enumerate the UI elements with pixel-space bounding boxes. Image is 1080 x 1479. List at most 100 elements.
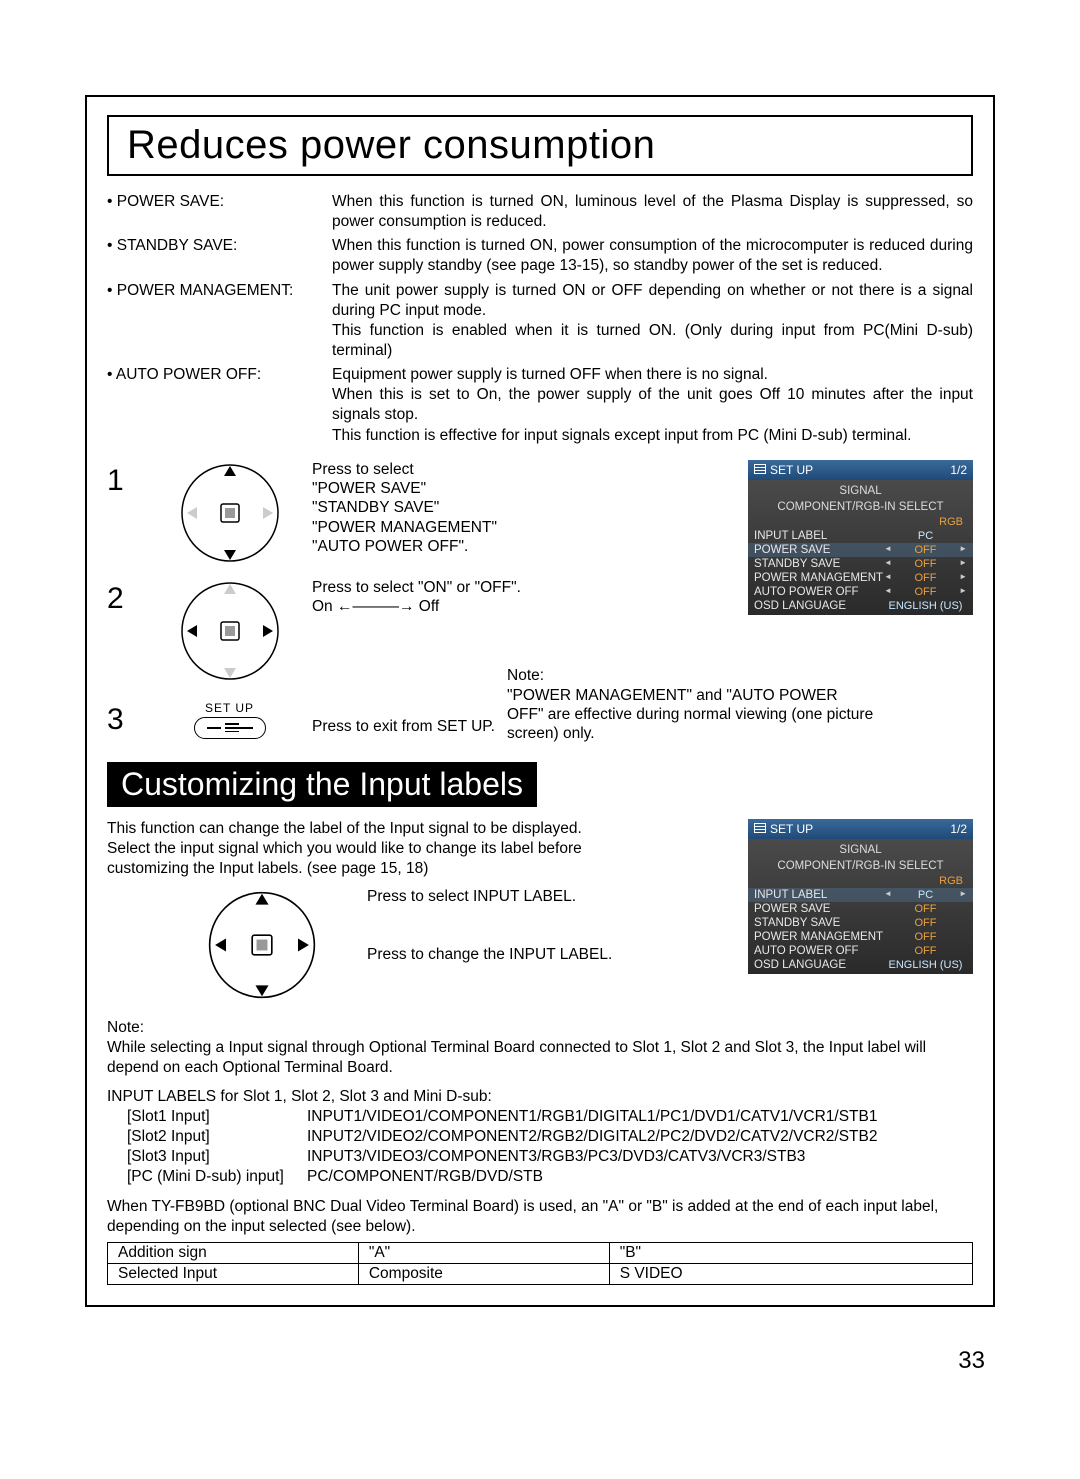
table-cell: "B" — [609, 1242, 972, 1263]
def-text-power-mgmt: The unit power supply is turned ON or OF… — [332, 281, 973, 362]
def-label-standby-save: • STANDBY SAVE: — [107, 236, 332, 276]
menu-row-value: ENGLISH (US) — [884, 600, 967, 612]
slot-value: PC/COMPONENT/RGB/DVD/STB — [307, 1167, 973, 1187]
table-cell: Selected Input — [108, 1263, 359, 1284]
menu-row: POWER SAVEOFF — [748, 902, 973, 916]
menu-row-label: INPUT LABEL — [754, 530, 884, 542]
step-3-number: 3 — [107, 705, 147, 735]
section-title-2: Customizing the Input labels — [107, 762, 537, 807]
def-text-standby-save: When this function is turned ON, power c… — [332, 236, 973, 276]
dpad-horizontal-icon — [147, 576, 312, 691]
step-2-number: 2 — [107, 576, 147, 614]
definitions: • POWER SAVE: When this function is turn… — [107, 192, 973, 446]
steps-block: 1 Press to select "POWER SAVE" "STANDBY … — [107, 458, 973, 740]
menu-row-label: STANDBY SAVE — [754, 917, 884, 929]
menu-rgb: RGB — [748, 515, 973, 529]
menu-row: AUTO POWER OFFOFF — [748, 585, 973, 599]
table-cell: S VIDEO — [609, 1263, 972, 1284]
pill-button-icon — [194, 717, 266, 739]
bnc-note: When TY-FB9BD (optional BNC Dual Video T… — [107, 1197, 973, 1237]
menu-row-label: POWER SAVE — [754, 903, 884, 915]
menu-page: 1/2 — [950, 822, 967, 836]
note-pm-apo: Note: "POWER MANAGEMENT" and "AUTO POWER… — [507, 666, 877, 744]
manual-page: Reduces power consumption • POWER SAVE: … — [85, 95, 995, 1307]
menu-row-value: OFF — [884, 945, 967, 957]
menu-row-value: OFF — [884, 917, 967, 929]
table-cell: "A" — [358, 1242, 609, 1263]
note-heading: Note: — [507, 666, 877, 685]
addition-sign-table: Addition sign "A" "B" Selected Input Com… — [107, 1242, 973, 1285]
menu-row-label: AUTO POWER OFF — [754, 586, 884, 598]
menu-page: 1/2 — [950, 463, 967, 477]
slot-row: [PC (Mini D-sub) input]PC/COMPONENT/RGB/… — [107, 1167, 973, 1187]
note2-text: While selecting a Input signal through O… — [107, 1038, 973, 1078]
note2-heading: Note: — [107, 1018, 973, 1038]
menu-row: OSD LANGUAGEENGLISH (US) — [748, 958, 973, 972]
table-cell: Composite — [358, 1263, 609, 1284]
page-number: 33 — [0, 1347, 985, 1375]
step-1-text: Press to select "POWER SAVE" "STANDBY SA… — [312, 458, 527, 557]
slot-value: INPUT2/VIDEO2/COMPONENT2/RGB2/DIGITAL2/P… — [307, 1127, 973, 1147]
menu-row: POWER MANAGEMENTOFF — [748, 571, 973, 585]
menu-row-label: POWER MANAGEMENT — [754, 572, 884, 584]
custom-step-2: Press to change the INPUT LABEL. — [367, 945, 657, 965]
menu-row: POWER SAVEOFF — [748, 543, 973, 557]
customizing-area: This function can change the label of th… — [107, 819, 973, 1010]
slot-row: [Slot3 Input]INPUT3/VIDEO3/COMPONENT3/RG… — [107, 1147, 973, 1167]
slots-heading: INPUT LABELS for Slot 1, Slot 2, Slot 3 … — [107, 1087, 973, 1107]
menu-row-label: OSD LANGUAGE — [754, 959, 884, 971]
slot-label: [Slot2 Input] — [107, 1127, 307, 1147]
menu-comp: COMPONENT/RGB-IN SELECT — [748, 499, 973, 515]
menu-row-value: OFF — [884, 931, 967, 943]
custom-step-1: Press to select INPUT LABEL. — [367, 887, 657, 907]
on-off-arrow: On ←———→ Off — [312, 597, 527, 616]
slot-label: [PC (Mini D-sub) input] — [107, 1167, 307, 1187]
section-title-box: Reduces power consumption — [107, 115, 973, 176]
def-text-auto-off: Equipment power supply is turned OFF whe… — [332, 365, 973, 446]
def-label-power-mgmt: • POWER MANAGEMENT: — [107, 281, 332, 362]
customizing-intro: This function can change the label of th… — [107, 819, 647, 879]
menu-row-value: OFF — [884, 544, 967, 556]
menu-row-value: PC — [884, 889, 967, 901]
menu-icon: SET UP — [754, 822, 813, 836]
menu-row-value: PC — [884, 530, 967, 542]
menu-row-label: INPUT LABEL — [754, 889, 884, 901]
def-text-power-save: When this function is turned ON, luminou… — [332, 192, 973, 232]
menu-row-label: OSD LANGUAGE — [754, 600, 884, 612]
menu-row: STANDBY SAVEOFF — [748, 557, 973, 571]
step-1-number: 1 — [107, 458, 147, 496]
menu-row: INPUT LABELPC — [748, 888, 973, 902]
section-title: Reduces power consumption — [127, 123, 953, 168]
menu-row-label: POWER MANAGEMENT — [754, 931, 884, 943]
setup-button-icon: SET UP — [147, 701, 312, 739]
step-3-text: Press to exit from SET UP. — [312, 703, 527, 736]
menu-row-label: AUTO POWER OFF — [754, 945, 884, 957]
slot-value: INPUT1/VIDEO1/COMPONENT1/RGB1/DIGITAL1/P… — [307, 1107, 973, 1127]
menu-signal: SIGNAL — [748, 483, 973, 499]
osd-setup-menu-2: SET UP 1/2 SIGNAL COMPONENT/RGB-IN SELEC… — [748, 819, 973, 974]
dpad-vertical-icon — [147, 458, 312, 573]
menu-row-value: OFF — [884, 558, 967, 570]
slot-label: [Slot1 Input] — [107, 1107, 307, 1127]
slot-value: INPUT3/VIDEO3/COMPONENT3/RGB3/PC3/DVD3/C… — [307, 1147, 973, 1167]
slot-label: [Slot3 Input] — [107, 1147, 307, 1167]
menu-row-label: STANDBY SAVE — [754, 558, 884, 570]
menu-row-value: OFF — [884, 572, 967, 584]
menu-icon: SET UP — [754, 463, 813, 477]
def-label-power-save: • POWER SAVE: — [107, 192, 332, 232]
setup-button-label: SET UP — [147, 701, 312, 715]
menu-rgb: RGB — [748, 874, 973, 888]
menu-row-value: OFF — [884, 586, 967, 598]
menu-signal: SIGNAL — [748, 842, 973, 858]
step-2-text: Press to select "ON" or "OFF". — [312, 578, 527, 597]
menu-row: INPUT LABELPC — [748, 529, 973, 543]
menu-row: POWER MANAGEMENTOFF — [748, 930, 973, 944]
menu-comp: COMPONENT/RGB-IN SELECT — [748, 858, 973, 874]
osd-setup-menu-1: SET UP 1/2 SIGNAL COMPONENT/RGB-IN SELEC… — [748, 460, 973, 615]
slot-row: [Slot1 Input]INPUT1/VIDEO1/COMPONENT1/RG… — [107, 1107, 973, 1127]
note-text: "POWER MANAGEMENT" and "AUTO POWER OFF" … — [507, 686, 877, 744]
def-label-auto-off: • AUTO POWER OFF: — [107, 365, 332, 446]
menu-row-value: OFF — [884, 903, 967, 915]
input-labels-block: INPUT LABELS for Slot 1, Slot 2, Slot 3 … — [107, 1087, 973, 1188]
table-cell: Addition sign — [108, 1242, 359, 1263]
